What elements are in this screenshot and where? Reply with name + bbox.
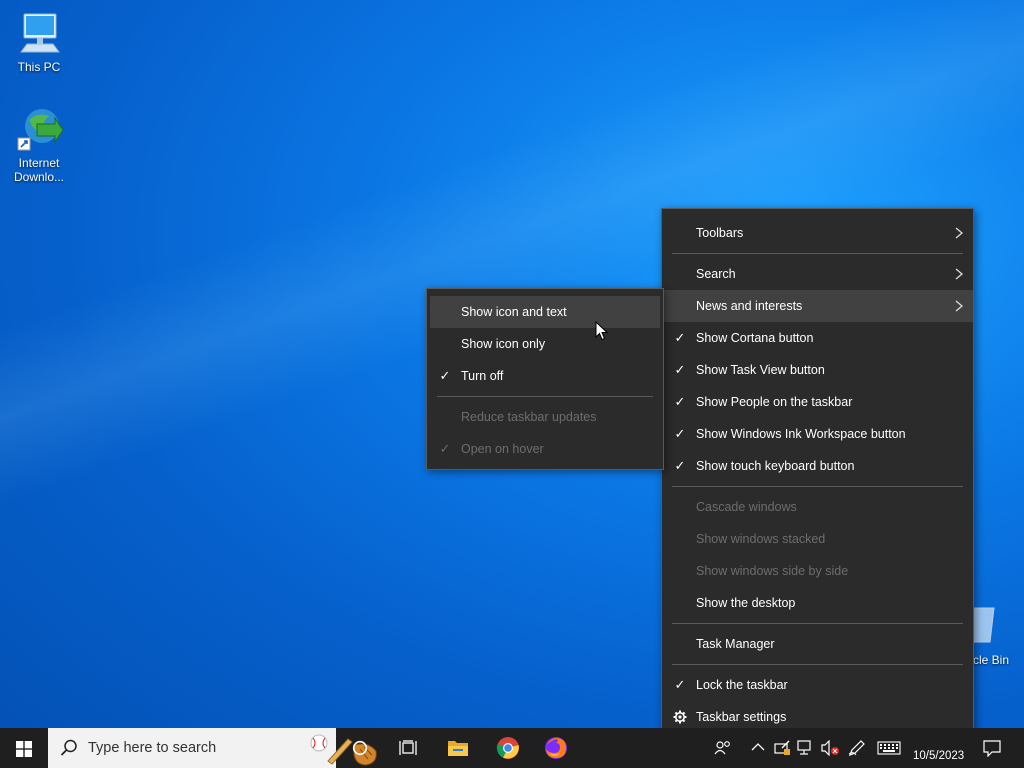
network-icon[interactable]: [797, 740, 815, 756]
submenu-item-show-icon-and-text[interactable]: Show icon and text: [430, 296, 660, 328]
menu-separator: [672, 486, 963, 487]
menu-item-label: Open on hover: [461, 442, 544, 456]
search-placeholder: Type here to search: [88, 740, 217, 756]
chevron-right-icon: [955, 268, 964, 280]
menu-item-label: Show Task View button: [696, 363, 825, 377]
menu-item-label: Show icon and text: [461, 305, 567, 319]
start-button[interactable]: [0, 728, 48, 768]
taskbar-app-chrome[interactable]: [484, 728, 532, 768]
checkmark-icon: ✓: [674, 394, 686, 409]
windows-ink-icon[interactable]: [773, 740, 791, 756]
volume-muted-icon[interactable]: [821, 740, 841, 756]
menu-item-label: Show windows stacked: [696, 532, 826, 546]
menu-item-label: Show Cortana button: [696, 331, 814, 345]
menu-item-show-windows-stacked: Show windows stacked: [662, 523, 973, 555]
cortana-circle-icon: [352, 740, 368, 756]
clock-date[interactable]: 10/5/2023: [913, 750, 964, 762]
menu-item-show-windows-side-by-side: Show windows side by side: [662, 555, 973, 587]
menu-separator: [672, 664, 963, 665]
task-view-button[interactable]: [384, 728, 432, 768]
menu-item-show-people[interactable]: ✓ Show People on the taskbar: [662, 386, 973, 418]
globe-download-icon: [15, 106, 64, 154]
chevron-up-icon[interactable]: [751, 742, 765, 752]
news-and-interests-submenu: Show icon and text Show icon only ✓ Turn…: [426, 288, 664, 470]
menu-item-show-windows-ink[interactable]: ✓ Show Windows Ink Workspace button: [662, 418, 973, 450]
checkmark-icon: ✓: [674, 330, 686, 345]
checkmark-icon: ✓: [674, 458, 686, 473]
menu-item-label: Turn off: [461, 369, 504, 383]
menu-item-show-cortana-button[interactable]: ✓ Show Cortana button: [662, 322, 973, 354]
menu-item-label: Cascade windows: [696, 500, 797, 514]
chrome-icon: [496, 737, 519, 759]
checkmark-icon: ✓: [674, 677, 686, 692]
task-view-icon: [399, 740, 417, 755]
checkmark-icon: ✓: [439, 441, 451, 456]
taskbar-search-box[interactable]: Type here to search: [48, 728, 377, 768]
taskbar-app-file-explorer[interactable]: [434, 728, 482, 768]
menu-item-search[interactable]: Search: [662, 258, 973, 290]
menu-item-label: Taskbar settings: [696, 710, 787, 724]
menu-item-label: Task Manager: [696, 637, 775, 651]
gear-icon: [673, 710, 687, 724]
submenu-item-open-on-hover: ✓ Open on hover: [427, 433, 663, 465]
desktop-icon-label: cle Bin: [973, 653, 1010, 667]
people-icon[interactable]: [714, 740, 732, 756]
desktop-icon-this-pc[interactable]: This PC: [7, 10, 71, 74]
checkmark-icon: ✓: [439, 368, 451, 383]
desktop-icon-label: Internet Downlo...: [13, 156, 65, 184]
chevron-right-icon: [955, 227, 964, 239]
menu-item-toolbars[interactable]: Toolbars: [662, 217, 973, 249]
menu-item-label: Toolbars: [696, 226, 744, 240]
menu-item-label: Lock the taskbar: [696, 678, 788, 692]
menu-item-label: Show Windows Ink Workspace button: [696, 427, 906, 441]
menu-separator: [437, 396, 653, 397]
menu-item-label: Show touch keyboard button: [696, 459, 855, 473]
desktop-icon-internet-download-manager[interactable]: Internet Downlo...: [7, 106, 71, 184]
menu-separator: [672, 253, 963, 254]
menu-item-news-and-interests[interactable]: News and interests: [662, 290, 973, 322]
menu-item-label: Show the desktop: [696, 596, 796, 610]
search-icon: [60, 739, 77, 756]
menu-item-label: Show icon only: [461, 337, 546, 351]
menu-item-show-the-desktop[interactable]: Show the desktop: [662, 587, 973, 619]
menu-item-show-task-view-button[interactable]: ✓ Show Task View button: [662, 354, 973, 386]
desktop-icon-label: This PC: [17, 60, 61, 74]
taskbar: Type here to search 10/5/2023: [0, 728, 1024, 768]
submenu-item-show-icon-only[interactable]: Show icon only: [427, 328, 663, 360]
taskbar-app-firefox[interactable]: [532, 728, 580, 768]
chevron-right-icon: [955, 300, 964, 312]
windows-logo-icon: [16, 741, 32, 757]
touch-keyboard-icon[interactable]: [877, 740, 901, 756]
checkmark-icon: ✓: [674, 362, 686, 377]
action-center-icon[interactable]: [983, 740, 1001, 757]
menu-item-label: Reduce taskbar updates: [461, 410, 597, 424]
menu-item-label: Show windows side by side: [696, 564, 849, 578]
cortana-button[interactable]: [336, 728, 384, 768]
menu-item-label: Search: [696, 267, 736, 281]
menu-item-label: News and interests: [696, 299, 803, 313]
submenu-item-turn-off[interactable]: ✓ Turn off: [427, 360, 663, 392]
menu-item-label: Show People on the taskbar: [696, 395, 853, 409]
menu-item-task-manager[interactable]: Task Manager: [662, 628, 973, 660]
mouse-cursor-icon: [595, 321, 608, 341]
file-explorer-icon: [448, 741, 468, 756]
taskbar-context-menu: Toolbars Search News and interests ✓ Sho…: [661, 208, 974, 738]
checkmark-icon: ✓: [674, 426, 686, 441]
menu-item-show-touch-keyboard[interactable]: ✓ Show touch keyboard button: [662, 450, 973, 482]
menu-item-lock-the-taskbar[interactable]: ✓ Lock the taskbar: [662, 669, 973, 701]
firefox-icon: [545, 737, 567, 759]
pen-workspace-icon[interactable]: [848, 740, 866, 756]
submenu-item-reduce-taskbar-updates: Reduce taskbar updates: [427, 401, 663, 433]
computer-icon: [15, 10, 63, 58]
menu-item-cascade-windows: Cascade windows: [662, 491, 973, 523]
menu-separator: [672, 623, 963, 624]
